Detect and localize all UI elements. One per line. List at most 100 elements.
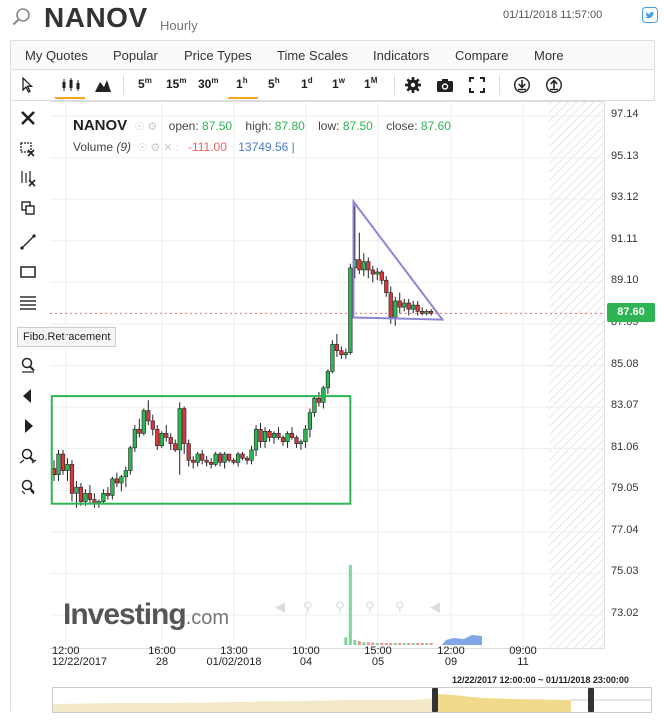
menu-price-types[interactable]: Price Types [184, 48, 252, 63]
volume-change: -111.00 [187, 140, 227, 154]
candlestick-chart[interactable]: ◀ ⚲ ⚲ ⚲ ⚲ ◀ [50, 102, 605, 650]
volume-bar [411, 643, 415, 645]
scroll-right-icon[interactable] [19, 417, 37, 435]
zoom-out-icon[interactable] [19, 478, 37, 496]
clone-icon[interactable] [19, 199, 37, 217]
chart-area[interactable]: ◀ ⚲ ⚲ ⚲ ⚲ ◀ [50, 101, 605, 650]
volume-bar [420, 643, 424, 645]
date-tick-label: 28 [155, 656, 169, 668]
volume-bar [429, 643, 433, 645]
navigator-bar[interactable] [52, 687, 652, 713]
interval-1h-button[interactable]: 1h [236, 76, 248, 91]
drawing-tools-sidebar [10, 101, 50, 711]
download-icon[interactable] [513, 76, 531, 94]
interval-5m-button[interactable]: 5m [138, 76, 152, 91]
candle-body [325, 370, 330, 389]
volume-bar [402, 643, 406, 645]
candle-body [110, 478, 115, 496]
legend-symbol: NANOV [73, 117, 128, 134]
candle-body [370, 269, 375, 275]
candle-body [119, 476, 124, 484]
navigator-right-handle[interactable] [586, 686, 596, 714]
candle-body [132, 428, 137, 449]
menu-compare[interactable]: Compare [455, 48, 508, 63]
menu-more[interactable]: More [534, 48, 564, 63]
volume-bar [348, 565, 352, 645]
candle-body [137, 428, 142, 434]
menu-my-quotes[interactable]: My Quotes [25, 48, 88, 63]
candle-body [60, 453, 66, 471]
upload-icon[interactable] [545, 76, 563, 94]
navigator-overview [53, 688, 651, 712]
candle-body [240, 453, 245, 459]
fibo-retracement-icon[interactable] [19, 293, 37, 311]
candle-body [271, 433, 277, 438]
legend-low-value: 87.50 [342, 119, 373, 133]
volume-bar [425, 643, 429, 645]
volume-settings-icon[interactable]: ☉ ⚙ ✕ : [134, 142, 178, 154]
candle-body [429, 310, 434, 314]
interval-label: Hourly [160, 18, 198, 33]
hide-drawings-icon[interactable] [19, 169, 37, 187]
interval-1w-button[interactable]: 1w [332, 76, 345, 91]
scroll-left-icon[interactable] [19, 387, 37, 405]
candle-body [424, 310, 429, 314]
candle-body [222, 453, 227, 463]
date-tick-label: 05 [371, 656, 385, 668]
candle-body [164, 433, 169, 438]
candle-body [83, 493, 88, 502]
volume-bar [353, 639, 357, 645]
area-chart-icon[interactable] [94, 76, 112, 94]
time-tick-label: 10:00 04 [266, 646, 346, 668]
zoom-icon[interactable] [19, 356, 37, 374]
interval-30m-button[interactable]: 30m [198, 76, 218, 91]
price-tick-label: 91.11 [611, 232, 638, 245]
search-icon[interactable] [12, 7, 32, 27]
candle-body [87, 493, 93, 500]
candle-body [191, 459, 196, 463]
watermark-nav-icon: ⚲ [335, 600, 345, 615]
watermark-nav-icon: ⚲ [395, 600, 405, 615]
time-tick-label: 15:00 05 [338, 646, 418, 668]
interval-1M-button[interactable]: 1M [364, 76, 377, 91]
zoom-in-icon[interactable] [19, 447, 37, 465]
candle-body [348, 267, 353, 353]
candle-body [280, 437, 286, 442]
price-axis[interactable]: 97.1495.1393.1291.1189.1087.0985.0883.07… [605, 101, 655, 649]
candle-body [78, 486, 84, 502]
close-icon[interactable] [19, 109, 37, 127]
menu-time-scales[interactable]: Time Scales [277, 48, 348, 63]
menu-popular[interactable]: Popular [113, 48, 158, 63]
candle-body [415, 304, 420, 312]
price-tick-label: 75.03 [611, 565, 639, 578]
camera-icon[interactable] [436, 76, 454, 94]
legend-open-label: open: [168, 119, 199, 133]
candle-body [366, 261, 371, 271]
candle-body [74, 486, 79, 494]
candle-body [177, 408, 182, 451]
fullscreen-icon[interactable] [468, 76, 486, 94]
candle-body [204, 459, 209, 463]
candle-body [244, 457, 250, 461]
interval-1d-button[interactable]: 1d [301, 76, 313, 91]
candle-body [397, 300, 402, 308]
delete-drawings-icon[interactable] [19, 140, 37, 158]
rectangle-tool-icon[interactable] [19, 263, 37, 281]
candle-body [393, 300, 398, 318]
trendline-icon[interactable] [19, 233, 37, 251]
candle-body [316, 397, 322, 403]
interval-15m-button[interactable]: 15m [166, 76, 186, 91]
top-bar: NANOV Hourly 01/11/2018 11:57:00 [0, 0, 665, 38]
candle-body [294, 437, 299, 445]
cursor-icon[interactable] [18, 76, 36, 94]
candle-body [182, 408, 187, 445]
toolbar: 5m 15m 30m 1h 5h 1d 1w 1M [10, 70, 655, 101]
menu-indicators[interactable]: Indicators [373, 48, 429, 63]
navigator-left-handle[interactable] [430, 686, 440, 714]
candlestick-chart-icon[interactable] [60, 76, 82, 94]
legend-eye-icon[interactable]: ☉ ⚙ [135, 121, 158, 133]
gear-icon[interactable] [404, 76, 422, 94]
interval-5h-button[interactable]: 5h [268, 76, 280, 91]
twitter-icon[interactable] [642, 7, 658, 23]
candle-body [375, 271, 380, 275]
